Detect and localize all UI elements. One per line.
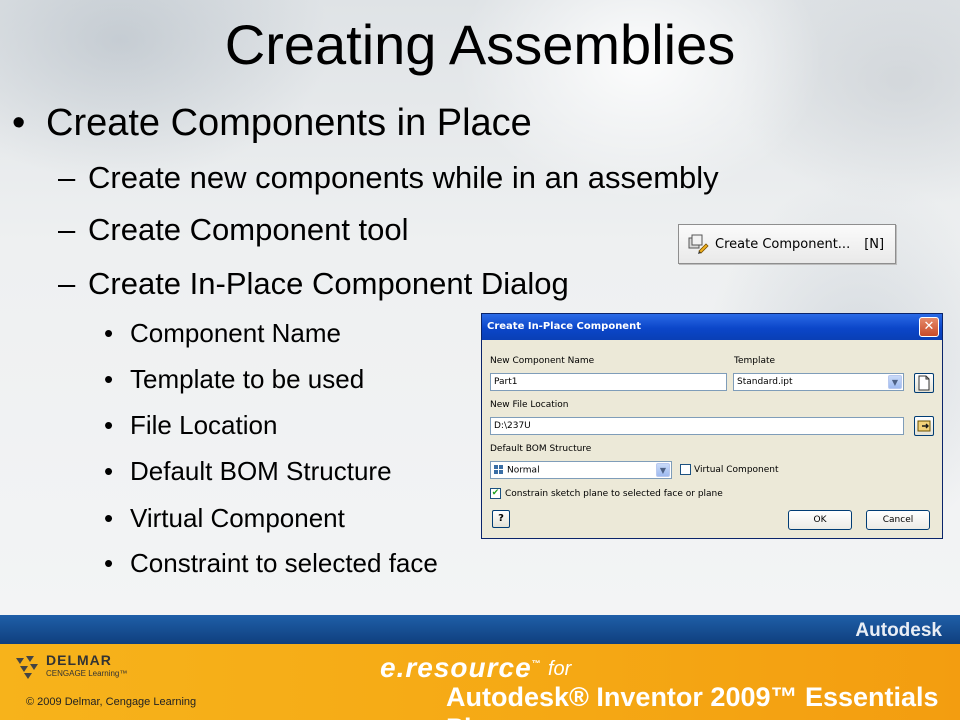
help-button[interactable]: ? [492, 510, 510, 528]
cancel-button[interactable]: Cancel [866, 510, 930, 530]
autodesk-logo: Autodesk [855, 620, 942, 641]
bullet-create-components-in-place: • Create Components in Place [12, 102, 532, 144]
bullet-virtual-component: • Virtual Component [104, 503, 345, 533]
create-component-label: Create Component... [715, 236, 851, 252]
constrain-sketch-plane-label: Constrain sketch plane to selected face … [505, 489, 723, 499]
bullet-create-component-tool: – Create Component tool [58, 212, 409, 247]
eresource-for: for [548, 658, 572, 680]
template-browse-button[interactable] [914, 373, 934, 393]
template-select[interactable]: Standard.ipt ▼ [733, 373, 904, 391]
eresource-wordmark: e.resource™ [380, 652, 542, 683]
bullet-file-location: • File Location [104, 410, 278, 440]
folder-arrow-icon [917, 420, 931, 432]
product-title: Autodesk® Inventor 2009™ Essentials Plus [446, 682, 939, 720]
virtual-component-checkbox[interactable] [680, 464, 691, 475]
footer-orange-bar: DELMAR CENGAGE Learning™ © 2009 Delmar, … [0, 644, 960, 720]
slide-title: Creating Assemblies [224, 13, 736, 76]
ok-button[interactable]: OK [788, 510, 852, 530]
footer-blue-bar: Autodesk [0, 615, 960, 644]
create-component-shortcut: [N] [864, 236, 885, 252]
delmar-wordmark: DELMAR [46, 652, 112, 668]
bullet-template: • Template to be used [104, 364, 365, 394]
file-location-input[interactable]: D:\237U [490, 417, 904, 435]
create-component-button[interactable]: Create Component... [N] [678, 224, 896, 264]
dialog-title-bar: Create In-Place Component [482, 314, 942, 340]
bullet-create-in-place-dialog: – Create In-Place Component Dialog [58, 266, 569, 301]
template-label: Template [734, 356, 776, 366]
copyright-text: © 2009 Delmar, Cengage Learning [26, 696, 197, 708]
new-file-icon [918, 375, 930, 391]
bullet-component-name: • Component Name [104, 318, 341, 348]
bullet-create-new-components: – Create new components while in an assem… [58, 160, 719, 195]
file-location-label: New File Location [490, 400, 569, 410]
bullet-constraint-face: • Constraint to selected face [104, 548, 438, 578]
new-component-name-label: New Component Name [490, 356, 595, 366]
bom-normal-icon [494, 465, 503, 474]
close-icon: ✕ [923, 319, 935, 334]
constrain-sketch-plane-checkbox[interactable]: ✔ [490, 488, 501, 499]
bom-structure-select[interactable]: Normal ▼ [490, 461, 672, 479]
virtual-component-label: Virtual Component [694, 465, 779, 475]
bullet-default-bom: • Default BOM Structure [104, 456, 392, 486]
delmar-logo-icon [16, 656, 38, 679]
file-location-browse-button[interactable] [914, 416, 934, 436]
create-component-icon [688, 234, 709, 254]
chevron-down-icon: ▼ [888, 375, 902, 389]
dialog-title: Create In-Place Component [487, 321, 641, 332]
cengage-wordmark: CENGAGE Learning™ [46, 669, 128, 678]
bom-structure-label: Default BOM Structure [490, 444, 592, 454]
dialog-close-button[interactable]: ✕ [919, 317, 939, 337]
create-in-place-component-dialog: Create In-Place Component ✕ New Componen… [481, 313, 943, 539]
help-icon: ? [498, 513, 504, 524]
chevron-down-icon: ▼ [656, 463, 670, 477]
new-component-name-input[interactable]: Part1 [490, 373, 727, 391]
